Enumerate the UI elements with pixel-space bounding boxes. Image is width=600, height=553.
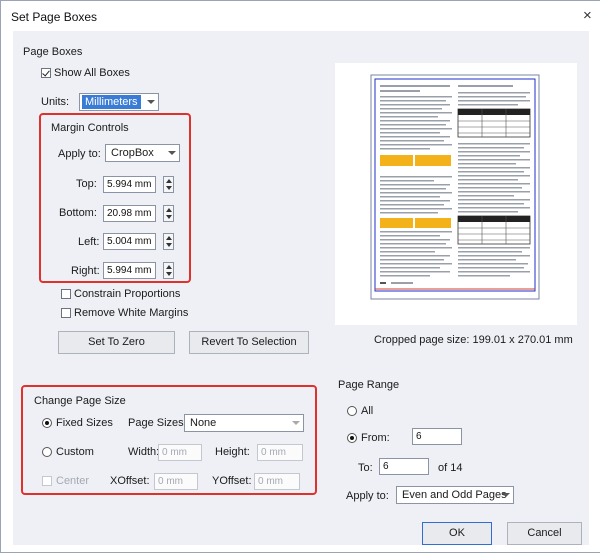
apply-to-select[interactable]: CropBox <box>105 144 180 162</box>
units-select[interactable]: Millimeters <box>79 93 159 111</box>
dialog-title: Set Page Boxes <box>11 10 98 24</box>
range-apply-to-select[interactable]: Even and Odd Pages <box>396 486 514 504</box>
left-margin-input[interactable]: 5.004 mm <box>103 233 156 250</box>
all-pages-radio[interactable] <box>347 406 357 416</box>
from-radio[interactable] <box>347 433 357 443</box>
custom-label: Custom <box>56 446 94 458</box>
show-all-boxes-checkbox[interactable] <box>41 68 51 78</box>
bottom-label: Bottom: <box>59 207 97 219</box>
range-apply-to-select-value: Even and Odd Pages <box>402 489 507 501</box>
cancel-button[interactable]: Cancel <box>507 522 582 545</box>
units-select-value: Millimeters <box>82 95 141 109</box>
center-label: Center <box>56 475 90 487</box>
left-margin-stepper[interactable] <box>163 233 174 250</box>
yoffset-label: YOffset: <box>212 475 252 487</box>
dialog-window: Set Page Boxes × Page Boxes Show All Box… <box>0 0 600 553</box>
page-boxes-label: Page Boxes <box>23 46 83 58</box>
bottom-margin-input[interactable]: 20.98 mm <box>103 205 156 222</box>
page-thumbnail <box>370 74 540 300</box>
top-label: Top: <box>76 178 97 190</box>
margin-controls-highlight <box>39 113 191 283</box>
title-bar: Set Page Boxes × <box>1 1 600 31</box>
fixed-sizes-radio[interactable] <box>42 418 52 428</box>
height-label: Height: <box>215 446 250 458</box>
top-margin-input[interactable]: 5.994 mm <box>103 176 156 193</box>
units-label: Units: <box>41 96 70 108</box>
fixed-sizes-label: Fixed Sizes <box>56 417 113 429</box>
cropped-page-size-text: Cropped page size: 199.01 x 270.01 mm <box>374 334 573 346</box>
page-sizes-label: Page Sizes: <box>128 417 187 429</box>
constrain-proportions-checkbox[interactable] <box>61 289 71 299</box>
chevron-down-icon <box>144 94 158 110</box>
from-label: From: <box>361 432 390 444</box>
width-input[interactable]: 0 mm <box>158 444 202 461</box>
apply-to-select-value: CropBox <box>111 147 154 159</box>
custom-radio[interactable] <box>42 447 52 457</box>
show-all-boxes-label: Show All Boxes <box>54 67 130 79</box>
xoffset-label: XOffset: <box>110 475 150 487</box>
all-pages-label: All <box>361 405 374 417</box>
chevron-down-icon <box>499 487 513 503</box>
chevron-down-icon <box>165 145 179 161</box>
right-label: Right: <box>71 265 100 277</box>
constrain-proportions-label: Constrain Proportions <box>74 288 181 300</box>
page-preview <box>335 63 577 325</box>
left-label: Left: <box>78 236 100 248</box>
apply-to-label: Apply to: <box>58 148 101 160</box>
set-to-zero-button[interactable]: Set To Zero <box>58 331 175 354</box>
margin-controls-label: Margin Controls <box>51 122 129 134</box>
range-apply-to-label: Apply to: <box>346 490 389 502</box>
center-checkbox[interactable] <box>42 476 52 486</box>
page-count-text: of 14 <box>438 462 463 474</box>
ok-button[interactable]: OK <box>422 522 492 545</box>
xoffset-input[interactable]: 0 mm <box>154 473 198 490</box>
bottom-margin-stepper[interactable] <box>163 205 174 222</box>
remove-white-margins-checkbox[interactable] <box>61 308 71 318</box>
to-page-input[interactable]: 6 <box>379 458 429 475</box>
to-label: To: <box>358 462 373 474</box>
width-label: Width: <box>128 446 160 458</box>
page-range-label: Page Range <box>338 379 400 391</box>
top-margin-stepper[interactable] <box>163 176 174 193</box>
remove-white-margins-label: Remove White Margins <box>74 307 189 319</box>
height-input[interactable]: 0 mm <box>257 444 303 461</box>
change-page-size-label: Change Page Size <box>34 395 126 407</box>
revert-to-selection-button[interactable]: Revert To Selection <box>189 331 309 354</box>
page-sizes-select-value: None <box>190 417 217 429</box>
close-icon[interactable]: × <box>583 7 592 24</box>
right-margin-stepper[interactable] <box>163 262 174 279</box>
yoffset-input[interactable]: 0 mm <box>254 473 300 490</box>
from-page-input[interactable]: 6 <box>412 428 462 445</box>
right-margin-input[interactable]: 5.994 mm <box>103 262 156 279</box>
page-sizes-select[interactable]: None <box>184 414 304 432</box>
chevron-down-icon <box>289 415 303 431</box>
